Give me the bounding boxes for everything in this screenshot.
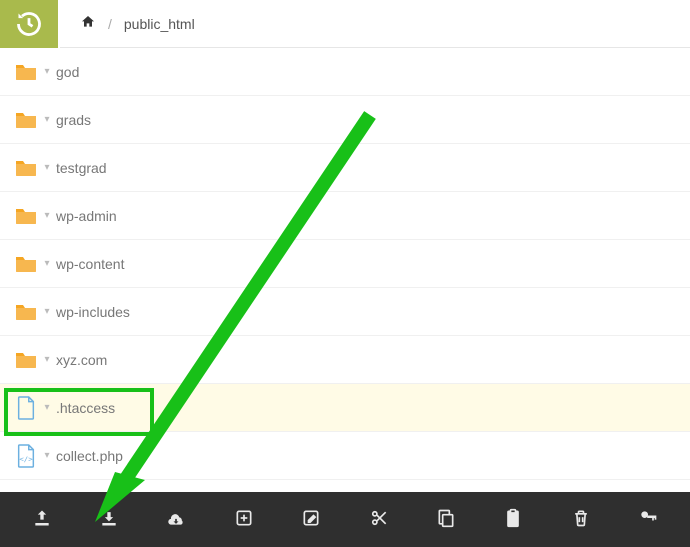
upload-button[interactable] [18, 500, 66, 540]
dropdown-caret-icon[interactable]: ▾ [40, 210, 54, 221]
file-row[interactable]: </> ▾ collect.php [0, 432, 690, 480]
folder-row[interactable]: ▾ wp-includes [0, 288, 690, 336]
folder-icon [12, 110, 40, 130]
folder-icon [12, 302, 40, 322]
history-icon [15, 10, 43, 38]
cut-button[interactable] [355, 500, 403, 540]
dropdown-caret-icon[interactable]: ▾ [40, 66, 54, 77]
delete-icon [571, 508, 591, 531]
cloud-icon [166, 508, 186, 531]
folder-row[interactable]: ▾ wp-admin [0, 192, 690, 240]
permissions-button[interactable] [624, 500, 672, 540]
item-name: xyz.com [54, 352, 107, 368]
item-name: grads [54, 112, 91, 128]
bottom-toolbar [0, 492, 690, 547]
folder-row[interactable]: ▾ grads [0, 96, 690, 144]
item-name: wp-content [54, 256, 124, 272]
dropdown-caret-icon[interactable]: ▾ [40, 450, 54, 461]
edit-icon [301, 508, 321, 531]
folder-icon [12, 254, 40, 274]
folder-row[interactable]: ▾ xyz.com [0, 336, 690, 384]
dropdown-caret-icon[interactable]: ▾ [40, 354, 54, 365]
svg-text:</>: </> [19, 454, 33, 463]
delete-button[interactable] [557, 500, 605, 540]
download-icon [99, 508, 119, 531]
dropdown-caret-icon[interactable]: ▾ [40, 306, 54, 317]
dropdown-caret-icon[interactable]: ▾ [40, 114, 54, 125]
folder-row[interactable]: ▾ god [0, 48, 690, 96]
folder-icon [12, 158, 40, 178]
folder-icon [12, 206, 40, 226]
folder-icon [12, 62, 40, 82]
permissions-icon [638, 508, 658, 531]
item-name: god [54, 64, 79, 80]
cloud-button[interactable] [152, 500, 200, 540]
copy-icon [436, 508, 456, 531]
upload-icon [32, 508, 52, 531]
home-icon[interactable] [80, 14, 96, 33]
item-name: wp-includes [54, 304, 130, 320]
breadcrumb: / public_html [60, 14, 195, 33]
copy-button[interactable] [422, 500, 470, 540]
folder-row[interactable]: ▾ wp-content [0, 240, 690, 288]
history-button[interactable] [0, 0, 60, 48]
folder-icon [12, 350, 40, 370]
edit-button[interactable] [287, 500, 335, 540]
header-bar: / public_html [0, 0, 690, 48]
new-icon [234, 508, 254, 531]
file-list: ▾ god ▾ grads ▾ testgrad ▾ wp-admin ▾ wp… [0, 48, 690, 492]
file-row[interactable]: ▾ .htaccess [0, 384, 690, 432]
dropdown-caret-icon[interactable]: ▾ [40, 258, 54, 269]
breadcrumb-separator: / [104, 16, 116, 32]
breadcrumb-current[interactable]: public_html [124, 16, 195, 32]
folder-row[interactable]: ▾ testgrad [0, 144, 690, 192]
paste-icon [503, 508, 523, 531]
download-button[interactable] [85, 500, 133, 540]
item-name: collect.php [54, 448, 123, 464]
dropdown-caret-icon[interactable]: ▾ [40, 402, 54, 413]
dropdown-caret-icon[interactable]: ▾ [40, 162, 54, 173]
new-button[interactable] [220, 500, 268, 540]
item-name: .htaccess [54, 400, 115, 416]
item-name: wp-admin [54, 208, 117, 224]
item-name: testgrad [54, 160, 107, 176]
php-icon: </> [12, 443, 40, 469]
file-row[interactable]: </> ▾ index.php [0, 480, 690, 492]
paste-button[interactable] [489, 500, 537, 540]
cut-icon [369, 508, 389, 531]
file-icon [12, 395, 40, 421]
